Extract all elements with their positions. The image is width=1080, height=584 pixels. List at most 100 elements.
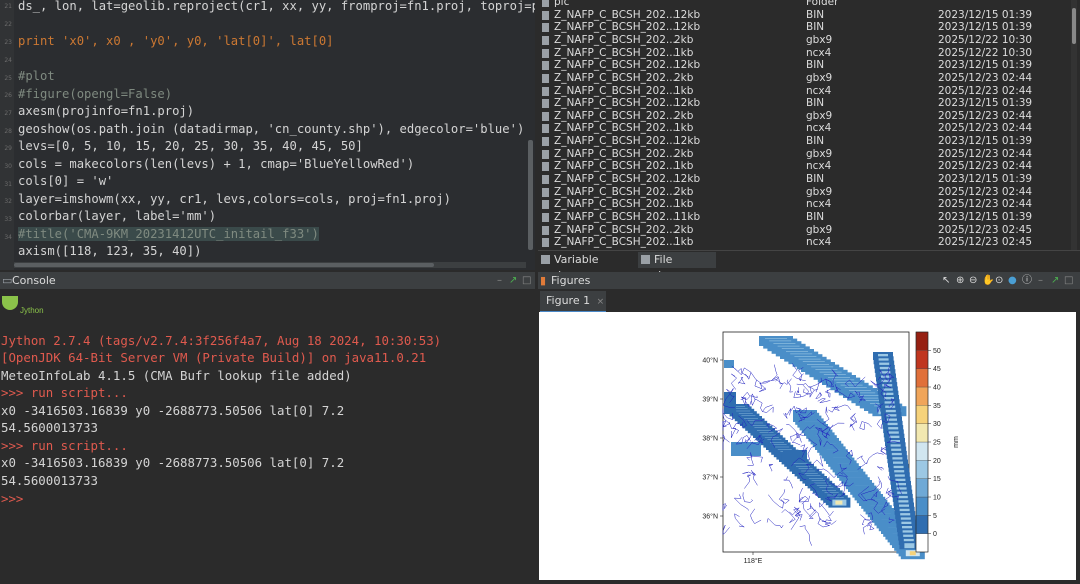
- file-row[interactable]: Z_NAFP_C_BCSH_202... 1kb ncx4 2025/12/23 02…: [538, 122, 1078, 135]
- file-size: 2kb: [674, 33, 694, 46]
- file-date: 2025/12/23 02:44: [938, 84, 1033, 97]
- file-type: BIN: [806, 97, 825, 110]
- explorer-tabs: Variable explorer File explorer: [538, 250, 1080, 282]
- editor-horizontal-scrollbar[interactable]: [14, 262, 526, 268]
- line-number: 30: [4, 163, 12, 170]
- file-type: BIN: [806, 173, 825, 186]
- colorbar-segment: [915, 496, 929, 516]
- file-row[interactable]: Z_NAFP_C_BCSH_202... 12kb BIN 2023/12/15 01…: [538, 173, 1078, 186]
- figure-canvas[interactable]: 40°N 39°N 38°N 37°N 36°N 118°E 0 5 10 15 20 25 30 35 4…: [539, 312, 1076, 580]
- restore-icon[interactable]: □: [1064, 272, 1073, 289]
- file-row[interactable]: Z_NAFP_C_BCSH_202... 2kb gbx9 2025/12/23 02…: [538, 186, 1078, 199]
- pan-hand-icon[interactable]: ✋: [982, 272, 994, 289]
- file-name: Z_NAFP_C_BCSH_202...: [554, 97, 676, 110]
- file-icon: [542, 73, 549, 83]
- zoom-out-icon[interactable]: ⊖: [969, 272, 977, 289]
- file-name: Z_NAFP_C_BCSH_202...: [554, 185, 676, 198]
- file-name: Z_NAFP_C_BCSH_202...: [554, 59, 676, 72]
- figure-tab-bar: Figure 1 ×: [538, 290, 1080, 313]
- file-row[interactable]: Z_NAFP_C_BCSH_202... 1kb ncx4 2025/12/23 02…: [538, 198, 1078, 211]
- file-name: Z_NAFP_C_BCSH_202...: [554, 211, 676, 223]
- file-row[interactable]: Z_NAFP_C_BCSH_202... 1kb ncx4 2025/12/23 02…: [538, 236, 1078, 249]
- minimize-icon[interactable]: –: [1038, 272, 1043, 289]
- scrollbar-thumb[interactable]: [14, 263, 434, 267]
- jython-logo-text: Jython: [20, 306, 44, 315]
- scrollbar-thumb[interactable]: [1072, 8, 1076, 44]
- file-icon: [542, 187, 549, 197]
- editor-vertical-scrollbar[interactable]: [528, 140, 533, 250]
- file-row[interactable]: Z_NAFP_C_BCSH_202... 1kb ncx4 2025/12/23 02…: [538, 160, 1078, 173]
- file-row[interactable]: Z_NAFP_C_BCSH_202... 12kb BIN 2023/12/15 01…: [538, 9, 1078, 22]
- colorbar-segment: [915, 460, 929, 479]
- tab-figure-1[interactable]: Figure 1 ×: [540, 291, 606, 313]
- tab-file-explorer[interactable]: File explorer: [638, 252, 716, 282]
- file-row[interactable]: Z_NAFP_C_BCSH_202... 1kb ncx4 2025/12/22 10…: [538, 47, 1078, 60]
- colorbar-segment: [915, 533, 929, 553]
- colorbar-tick-label: 30: [933, 421, 941, 428]
- file-name: pic: [554, 0, 570, 8]
- code-token: print 'x0', x0 , 'y0', y0, 'lat[0]', lat…: [18, 34, 334, 48]
- file-name: Z_NAFP_C_BCSH_202...: [554, 8, 676, 21]
- file-type: BIN: [806, 135, 825, 148]
- file-date: 2023/12/15 01:39: [938, 173, 1033, 186]
- console-icon: ▭: [2, 274, 13, 287]
- zoom-in-icon[interactable]: ⊕: [956, 272, 964, 289]
- code-line: #plot: [18, 69, 55, 83]
- info-icon[interactable]: ⓘ: [1022, 272, 1032, 289]
- line-number: 33: [4, 216, 12, 223]
- file-icon: [542, 137, 549, 147]
- file-row[interactable]: Z_NAFP_C_BCSH_202... 2kb gbx9 2025/12/23 02…: [538, 110, 1078, 123]
- console-line: Jython 2.7.4 (tags/v2.7.4:3f256f4a7, Aug…: [1, 333, 442, 348]
- lat-tick-label: 40°N: [702, 357, 718, 365]
- colorbar-tick-label: 45: [933, 366, 941, 373]
- file-row[interactable]: Z_NAFP_C_BCSH_202... 12kb BIN 2023/12/15 01…: [538, 97, 1078, 110]
- file-row[interactable]: Z_NAFP_C_BCSH_202... 12kb BIN 2023/12/15 01…: [538, 135, 1078, 148]
- file-size: 12kb: [674, 59, 701, 72]
- file-size: 12kb: [674, 8, 701, 21]
- file-date: 2025/12/22 10:30: [938, 46, 1033, 59]
- file-row[interactable]: Z_NAFP_C_BCSH_202... 11kb BIN 2023/12/15 01…: [538, 211, 1078, 224]
- line-number: 27: [4, 110, 12, 117]
- restore-icon[interactable]: □: [522, 272, 531, 289]
- console-output[interactable]: Jython Jython 2.7.4 (tags/v2.7.4:3f256f4…: [0, 290, 535, 584]
- line-number: 31: [4, 181, 12, 188]
- file-row[interactable]: Z_NAFP_C_BCSH_202... 1kb ncx4 2025/12/23 02…: [538, 85, 1078, 98]
- file-type: gbx9: [806, 71, 833, 84]
- file-size: 2kb: [674, 109, 694, 122]
- colorbar-tick-label: 20: [933, 458, 941, 465]
- file-type: gbx9: [806, 147, 833, 160]
- minimize-icon[interactable]: –: [497, 272, 502, 289]
- file-row[interactable]: Z_NAFP_C_BCSH_202... 2kb gbx9 2025/12/22 10…: [538, 34, 1078, 47]
- colorbar-tick-label: 35: [933, 403, 941, 410]
- file-row[interactable]: Z_NAFP_C_BCSH_202... 2kb gbx9 2025/12/23 02…: [538, 148, 1078, 161]
- lat-tick-label: 36°N: [702, 513, 718, 521]
- colorbar-tick-label: 25: [933, 440, 941, 447]
- code-editor[interactable]: 21 22 23 24 25 26 27 28 29 30 31 32 33 3…: [0, 0, 535, 270]
- precip-cell: [724, 392, 736, 414]
- file-name: Z_NAFP_C_BCSH_202...: [554, 160, 676, 173]
- lat-tick-label: 38°N: [702, 435, 718, 443]
- code-line: layer=imshowm(xx, yy, cr1, levs,colors=c…: [18, 192, 451, 206]
- file-row[interactable]: Z_NAFP_C_BCSH_202... 2kb gbx9 2025/12/23 02…: [538, 224, 1078, 237]
- zoom-fit-icon[interactable]: ⊙: [995, 272, 1003, 289]
- tab-variable-explorer[interactable]: Variable explorer: [538, 252, 636, 282]
- file-row[interactable]: Z_NAFP_C_BCSH_202... 12kb BIN 2023/12/15 01…: [538, 59, 1078, 72]
- line-number: 21: [4, 3, 12, 10]
- close-icon[interactable]: ×: [597, 297, 605, 307]
- file-size: 1kb: [674, 198, 694, 211]
- select-tool-icon[interactable]: ↖: [942, 272, 950, 289]
- colorbar-tick-label: 40: [933, 385, 941, 392]
- console-line: [OpenJDK 64-Bit Server VM (Private Build…: [1, 350, 427, 365]
- file-icon: [542, 86, 549, 96]
- file-row[interactable]: Z_NAFP_C_BCSH_202... 12kb BIN 2023/12/15 01…: [538, 21, 1078, 34]
- maximize-icon[interactable]: ↗: [1051, 272, 1059, 289]
- file-icon: [542, 61, 549, 71]
- code-line: levs=[0, 5, 10, 15, 20, 25, 30, 35, 40, …: [18, 139, 363, 153]
- file-type: gbx9: [806, 185, 833, 198]
- globe-icon[interactable]: ●: [1008, 272, 1017, 289]
- maximize-icon[interactable]: ↗: [509, 272, 517, 289]
- folder-row[interactable]: pic Folder: [538, 0, 1078, 9]
- colorbar-tick-label: 0: [933, 531, 937, 538]
- file-row[interactable]: Z_NAFP_C_BCSH_202... 2kb gbx9 2025/12/23 02…: [538, 72, 1078, 85]
- code-line: #figure(opengl=False): [18, 87, 173, 101]
